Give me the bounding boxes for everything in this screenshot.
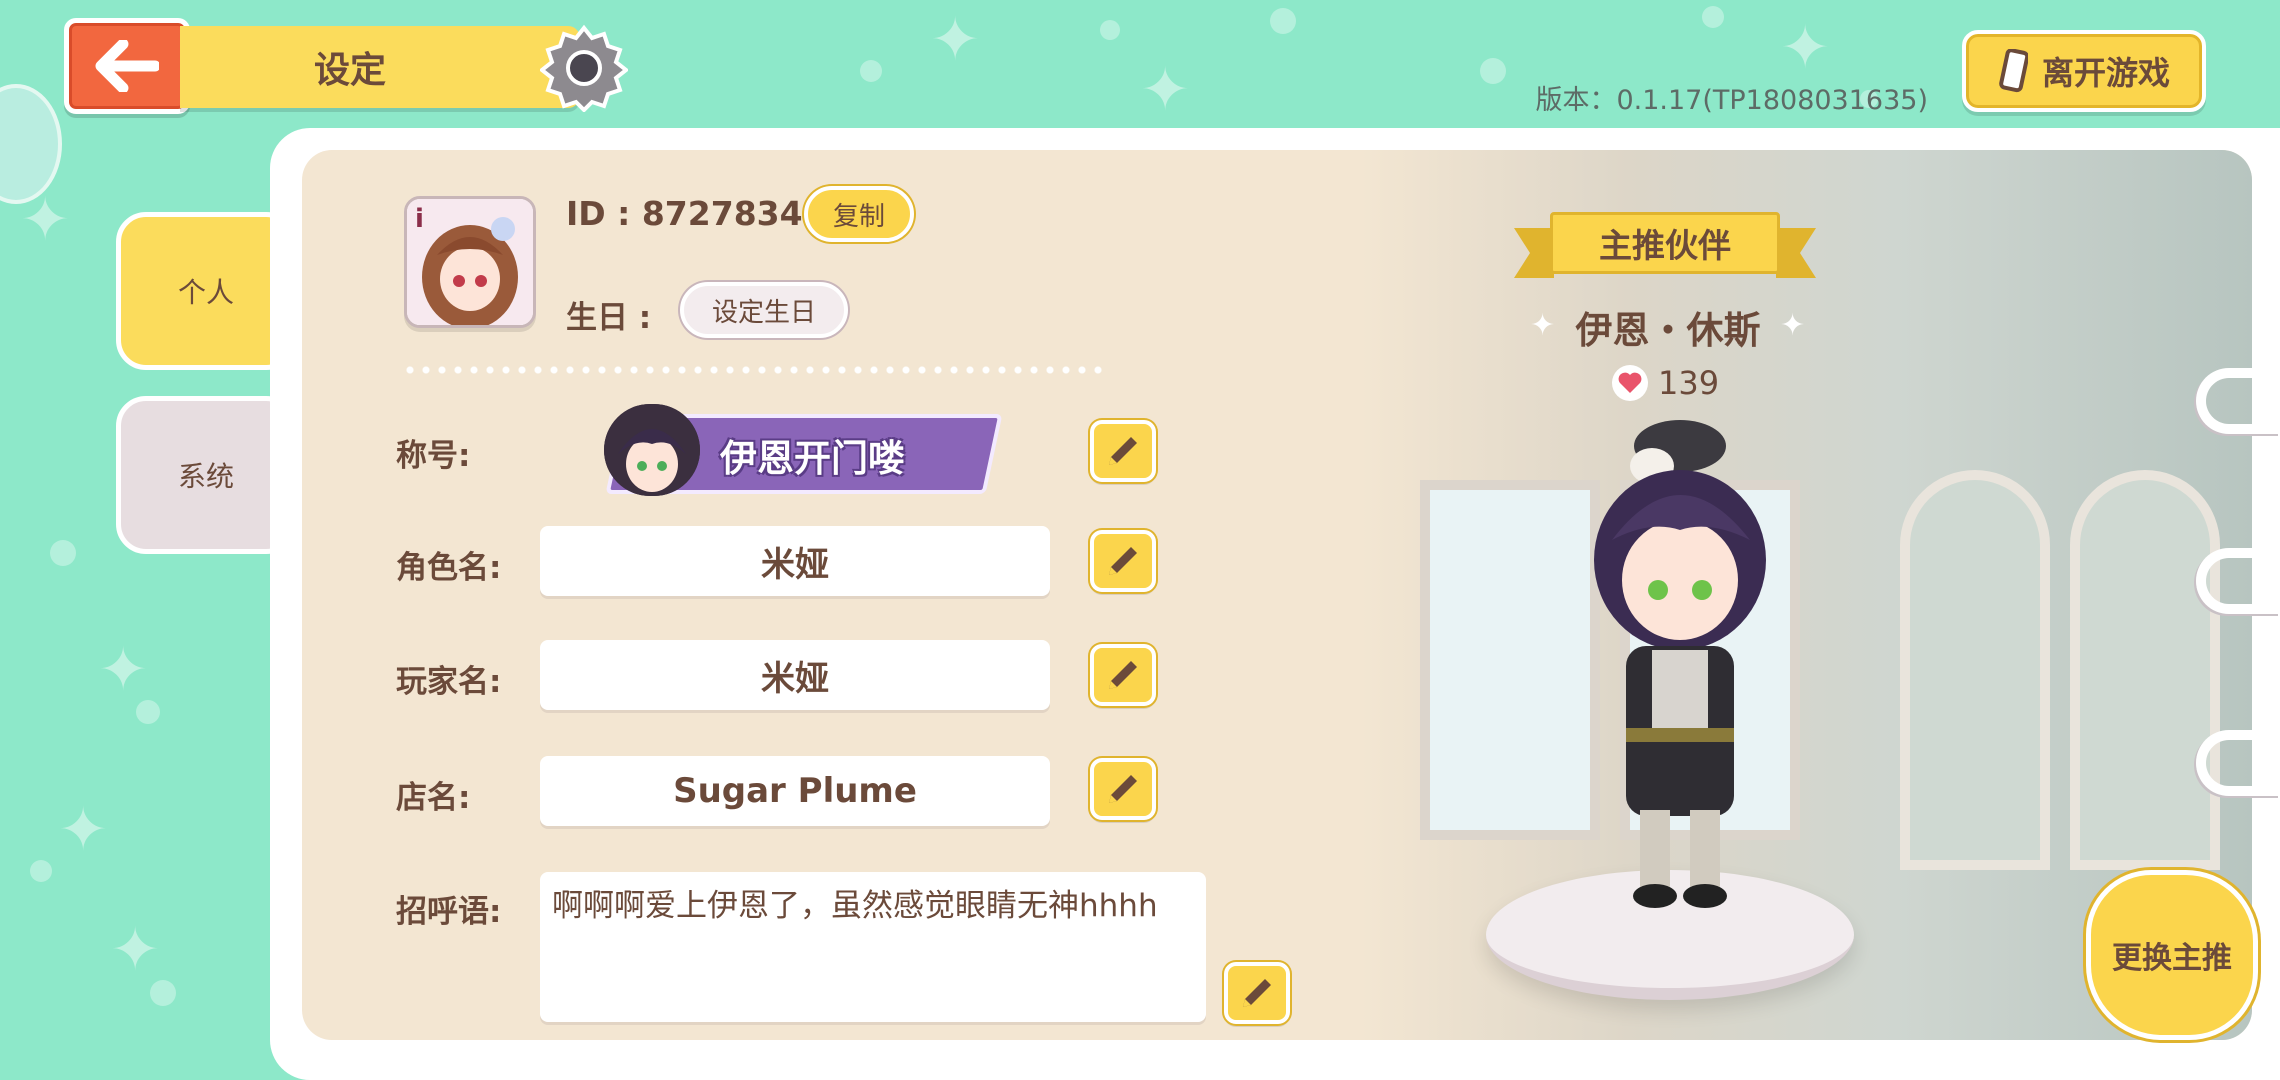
affection-value: 139 <box>1658 364 1720 402</box>
scene-shelf <box>2070 470 2220 870</box>
shop-name-label: 店名: <box>396 780 471 816</box>
affection-display: 139 <box>1612 364 1719 402</box>
back-arrow-icon <box>95 40 159 92</box>
partner-ribbon: 主推伙伴 <box>1510 208 1820 284</box>
pencil-icon <box>1109 661 1137 689</box>
edit-player-name-button[interactable] <box>1090 644 1156 706</box>
shop-name-field[interactable]: Sugar Plume <box>540 756 1050 826</box>
edit-greeting-button[interactable] <box>1224 962 1290 1024</box>
greeting-field[interactable]: 啊啊啊爱上伊恩了，虽然感觉眼睛无神hhhh <box>540 872 1206 1022</box>
tab-personal[interactable]: 个人 <box>116 212 296 370</box>
partner-character[interactable] <box>1560 410 1800 920</box>
set-birthday-label: 设定生日 <box>711 297 816 328</box>
change-partner-button[interactable]: 更换主推 <box>2086 870 2258 1040</box>
phone-icon <box>1999 49 2028 93</box>
heart-icon <box>1612 365 1648 401</box>
tab-system[interactable]: 系统 <box>116 396 296 554</box>
player-name-label: 玩家名: <box>396 664 502 700</box>
role-name-label: 角色名: <box>396 550 502 586</box>
title-badge: 伊恩开门喽 <box>590 404 1003 496</box>
partner-ribbon-label: 主推伙伴 <box>1550 212 1780 274</box>
exit-game-label: 离开游戏 <box>2041 54 2170 92</box>
version-text: 版本：0.1.17(TP1808031635) <box>1535 85 1928 116</box>
exit-game-button[interactable]: 离开游戏 <box>1962 30 2206 112</box>
edit-role-name-button[interactable] <box>1090 530 1156 592</box>
pencil-icon <box>1243 979 1271 1007</box>
sparkle-icon: ✦ <box>1780 308 1806 343</box>
copy-id-button[interactable]: 复制 <box>804 186 914 242</box>
change-partner-label: 更换主推 <box>2112 941 2232 976</box>
partner-name: 伊恩・休斯 <box>1575 309 1761 352</box>
edit-shop-name-button[interactable] <box>1090 758 1156 820</box>
copy-id-label: 复制 <box>832 201 885 232</box>
svg-text:i: i <box>415 204 424 234</box>
gear-icon <box>540 24 628 112</box>
scene-shelf <box>1900 470 2050 870</box>
role-name-field[interactable]: 米娅 <box>540 526 1050 596</box>
tab-system-label: 系统 <box>177 460 234 493</box>
birthday-label: 生日 : <box>566 300 652 336</box>
set-birthday-button[interactable]: 设定生日 <box>680 282 848 338</box>
tab-personal-label: 个人 <box>177 276 234 309</box>
pencil-icon <box>1109 437 1137 465</box>
page-title: 设定 <box>180 26 580 108</box>
pencil-icon <box>1109 775 1137 803</box>
greeting-label: 招呼语: <box>396 894 502 930</box>
title-badge-portrait <box>604 404 700 496</box>
avatar[interactable]: i <box>404 196 536 328</box>
edit-title-button[interactable] <box>1090 420 1156 482</box>
player-id: ID : 87278340 <box>566 194 826 233</box>
player-name-field[interactable]: 米娅 <box>540 640 1050 710</box>
title-label: 称号: <box>396 438 471 474</box>
binder-ring <box>2196 730 2280 796</box>
avatar-image: i <box>407 199 533 325</box>
back-button[interactable] <box>64 18 190 114</box>
title-badge-text: 伊恩开门喽 <box>720 437 905 480</box>
binder-ring <box>2196 548 2280 614</box>
divider <box>402 366 1102 374</box>
pencil-icon <box>1109 547 1137 575</box>
binder-ring <box>2196 368 2280 434</box>
